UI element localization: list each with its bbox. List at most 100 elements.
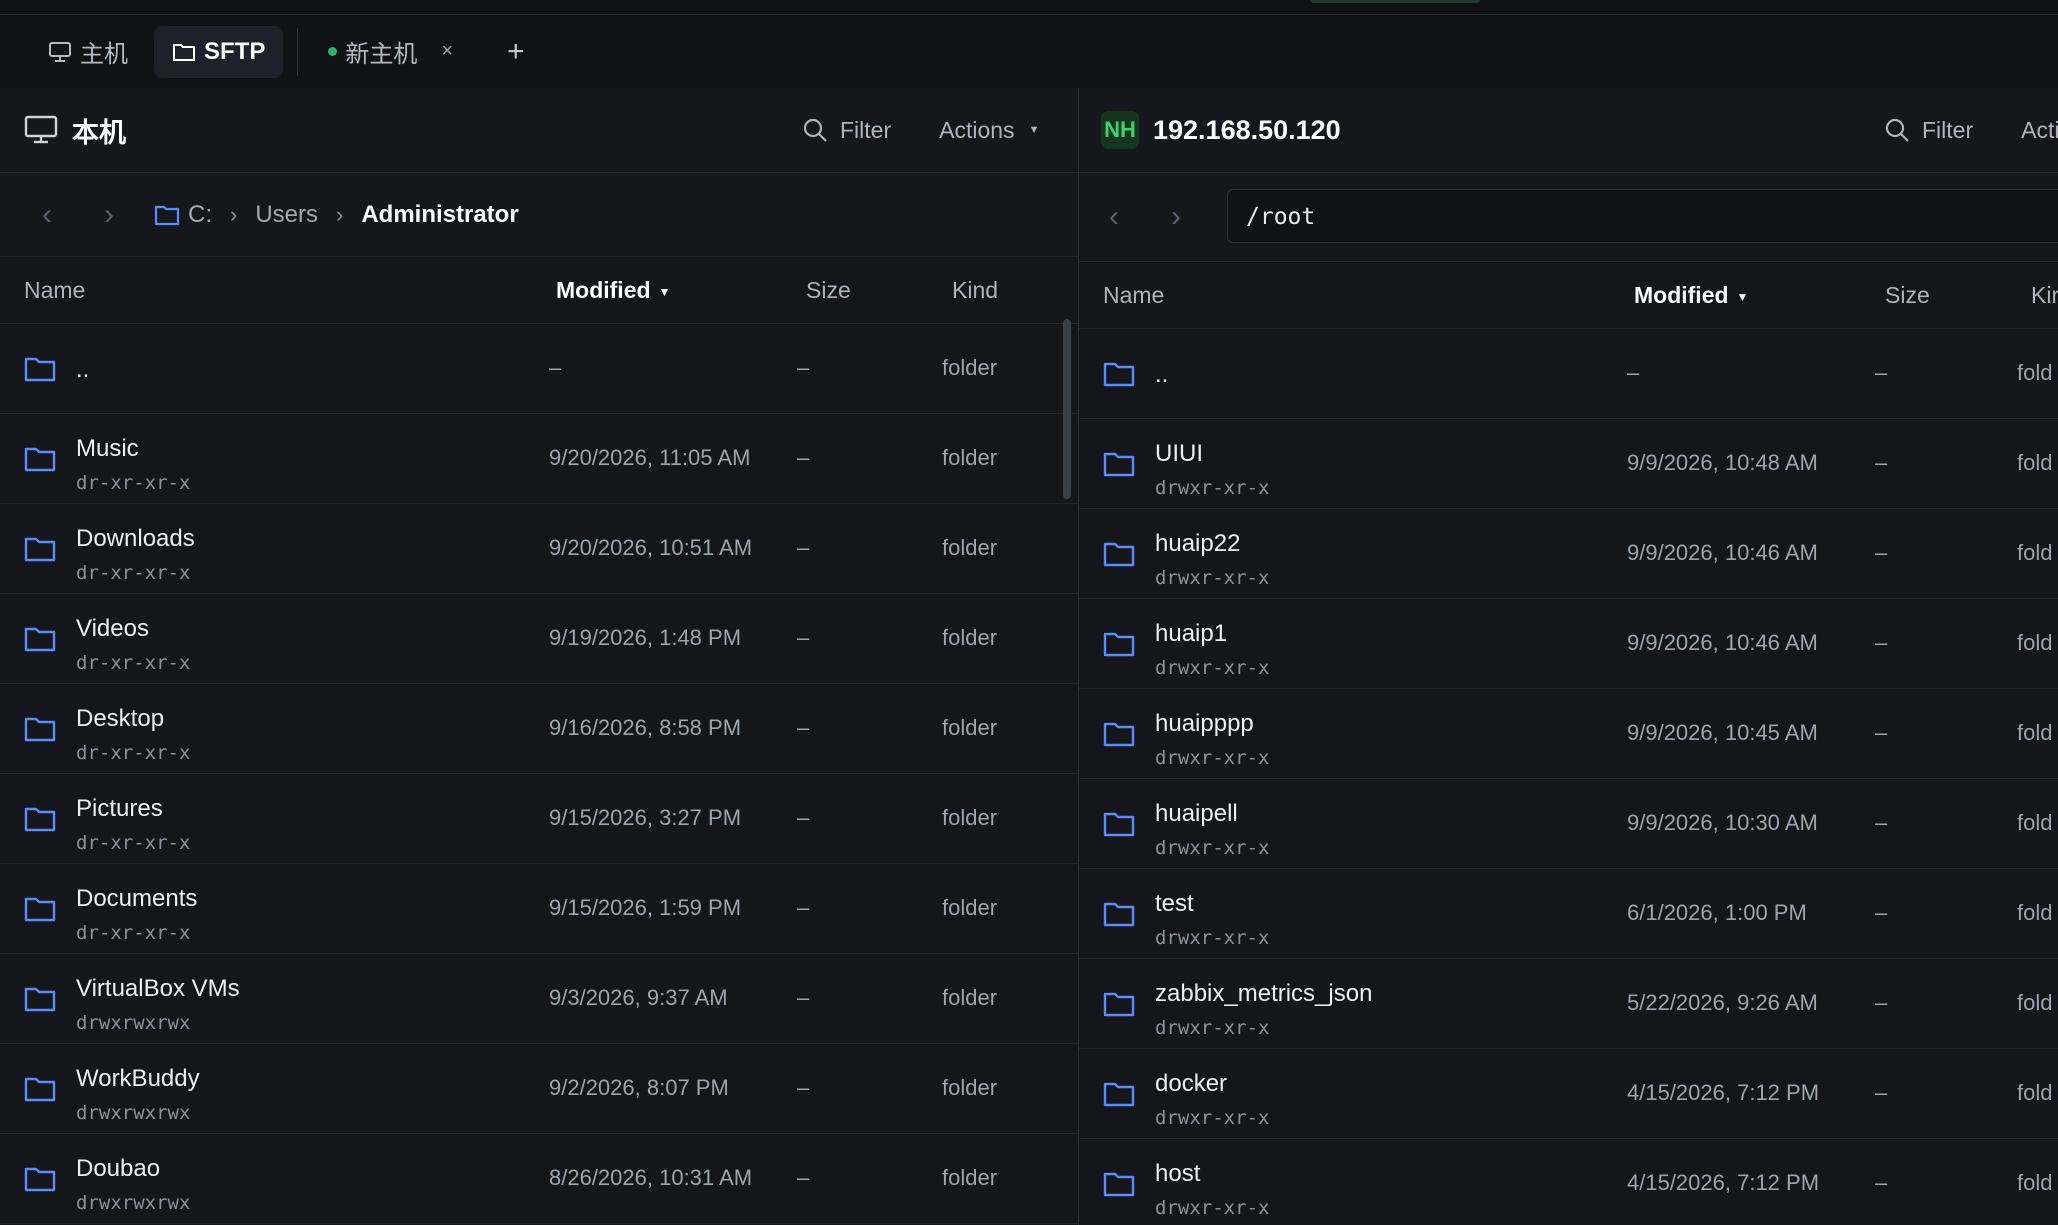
folder-icon — [1103, 542, 1135, 567]
folder-icon — [1103, 722, 1135, 747]
file-name: test — [1155, 890, 1194, 917]
file-size: – — [797, 805, 810, 830]
caret-down-icon: ▼ — [1028, 124, 1040, 136]
tab-sftp[interactable]: SFTP — [154, 25, 284, 78]
file-permissions: drwxr-xr-x — [1155, 1197, 1270, 1219]
tab-new-host[interactable]: 新主机 × — [310, 26, 471, 78]
file-permissions: drwxr-xr-x — [1155, 1017, 1270, 1039]
file-name: Downloads — [76, 525, 195, 552]
col-modified[interactable]: Modified ▼ — [556, 277, 670, 304]
table-row[interactable]: .. – – folder — [0, 324, 1078, 414]
file-permissions: drwxrwxrwx — [76, 1102, 191, 1124]
folder-icon — [24, 627, 56, 652]
file-kind: folder — [942, 1075, 998, 1100]
table-row[interactable]: VirtualBox VMs drwxrwxrwx 9/3/2026, 9:37 A… — [0, 954, 1078, 1044]
file-kind: folder — [942, 985, 998, 1010]
table-row[interactable]: Documents dr-xr-xr-x 9/15/2026, 1:59 PM – fo… — [0, 864, 1078, 954]
folder-icon — [154, 205, 180, 225]
file-name: docker — [1155, 1070, 1228, 1097]
folder-icon — [1103, 902, 1135, 927]
local-actions-button[interactable]: Actions ▼ — [939, 117, 1039, 144]
monitor-icon — [49, 41, 71, 62]
table-row[interactable]: WorkBuddy drwxrwxrwx 9/2/2026, 8:07 PM – fol… — [0, 1044, 1078, 1134]
remote-path-input[interactable]: /root — [1227, 189, 2058, 243]
local-breadcrumb-bar: ‹ › C: › Users › Administrator — [0, 173, 1078, 257]
table-row[interactable]: Pictures dr-xr-xr-x 9/15/2026, 3:27 PM – fol… — [0, 774, 1078, 864]
forward-arrow-icon[interactable]: › — [1145, 200, 1207, 234]
file-size: – — [797, 715, 810, 740]
remote-filter-button[interactable]: Filter — [1884, 117, 1973, 144]
breadcrumb: C: › Users › Administrator — [154, 201, 519, 229]
local-pane-header: 本机 Filter Actions ▼ — [0, 88, 1078, 173]
folder-icon — [173, 43, 195, 61]
add-tab-button[interactable]: + — [507, 35, 525, 69]
file-name: VirtualBox VMs — [76, 975, 240, 1002]
table-row[interactable]: test drwxr-xr-x 6/1/2026, 1:00 PM – fold — [1079, 869, 2058, 959]
file-permissions: dr-xr-xr-x — [76, 652, 191, 674]
table-row[interactable]: huaip22 drwxr-xr-x 9/9/2026, 10:46 AM – fold — [1079, 509, 2058, 599]
table-row[interactable]: zabbix_metrics_json drwxr-xr-x 5/22/2026, … — [1079, 959, 2058, 1049]
file-modified: 9/15/2026, 1:59 PM — [549, 895, 742, 920]
file-name: .. — [76, 356, 90, 383]
file-size: – — [797, 895, 810, 920]
table-row[interactable]: Doubao drwxrwxrwx 8/26/2026, 10:31 AM – fold… — [0, 1134, 1078, 1224]
local-filter-button[interactable]: Filter — [802, 117, 891, 144]
file-name: Desktop — [76, 705, 165, 732]
remote-actions-button[interactable]: Acti — [2021, 117, 2058, 144]
file-size: – — [1875, 900, 1888, 925]
remote-actions-label: Acti — [2021, 116, 2058, 143]
table-row[interactable]: docker drwxr-xr-x 4/15/2026, 7:12 PM – fold — [1079, 1049, 2058, 1139]
col-kind[interactable]: Kir — [2031, 282, 2058, 309]
col-kind[interactable]: Kind — [952, 277, 998, 304]
remote-file-list: .. – – fold UIUI drwxr-xr-x 9/9/2026, 10:48 AM… — [1079, 329, 2058, 1225]
breadcrumb-users[interactable]: Users — [255, 201, 318, 229]
file-size: – — [1875, 450, 1888, 475]
breadcrumb-drive[interactable]: C: — [188, 201, 212, 229]
file-permissions: dr-xr-xr-x — [76, 922, 191, 944]
col-size[interactable]: Size — [806, 277, 851, 304]
table-row[interactable]: .. – – fold — [1079, 329, 2058, 419]
remote-host-title: 192.168.50.120 — [1153, 114, 1341, 145]
back-arrow-icon[interactable]: ‹ — [1083, 200, 1145, 234]
file-size: – — [1875, 360, 1888, 385]
file-modified: 9/9/2026, 10:45 AM — [1627, 720, 1818, 745]
table-row[interactable]: Downloads dr-xr-xr-x 9/20/2026, 10:51 AM – f… — [0, 504, 1078, 594]
close-tab-icon[interactable]: × — [441, 40, 453, 63]
col-name[interactable]: Name — [24, 277, 85, 304]
breadcrumb-administrator[interactable]: Administrator — [361, 201, 518, 229]
table-row[interactable]: huaipppp drwxr-xr-x 9/9/2026, 10:45 AM – fol… — [1079, 689, 2058, 779]
file-permissions: drwxr-xr-x — [1155, 837, 1270, 859]
file-modified: 9/9/2026, 10:46 AM — [1627, 540, 1818, 565]
file-kind: folder — [942, 625, 998, 650]
tab-divider — [297, 27, 299, 76]
table-row[interactable]: huaipell drwxr-xr-x 9/9/2026, 10:30 AM – fol… — [1079, 779, 2058, 869]
col-size[interactable]: Size — [1885, 282, 1930, 309]
folder-icon — [24, 537, 56, 562]
file-modified: 8/26/2026, 10:31 AM — [549, 1165, 753, 1190]
tab-sftp-label: SFTP — [204, 37, 266, 65]
table-row[interactable]: UIUI drwxr-xr-x 9/9/2026, 10:48 AM – fold — [1079, 419, 2058, 509]
file-kind: folder — [942, 355, 998, 380]
table-row[interactable]: Desktop dr-xr-xr-x 9/16/2026, 8:58 PM – fold… — [0, 684, 1078, 774]
local-scrollbar[interactable] — [1063, 319, 1071, 499]
file-modified: – — [549, 355, 562, 380]
file-name: Pictures — [76, 795, 163, 822]
table-row[interactable]: host drwxr-xr-x 4/15/2026, 7:12 PM – fold — [1079, 1139, 2058, 1225]
search-icon — [803, 118, 827, 142]
back-arrow-icon[interactable]: ‹ — [16, 198, 78, 232]
table-row[interactable]: Music dr-xr-xr-x 9/20/2026, 11:05 AM – folde… — [0, 414, 1078, 504]
local-file-list: .. – – folder Music dr-xr-xr-x 9/20/2026, 11:0… — [0, 324, 1078, 1224]
file-name: .. — [1155, 361, 1169, 388]
table-row[interactable]: Videos dr-xr-xr-x 9/19/2026, 1:48 PM – folde… — [0, 594, 1078, 684]
tab-hosts[interactable]: 主机 — [30, 26, 146, 78]
forward-arrow-icon[interactable]: › — [78, 198, 140, 232]
file-permissions: drwxrwxrwx — [76, 1192, 191, 1214]
file-permissions: drwxr-xr-x — [1155, 567, 1270, 589]
file-name: WorkBuddy — [76, 1065, 200, 1092]
local-pane: 本机 Filter Actions ▼ ‹ › C: › Users › Adm… — [0, 88, 1079, 1225]
col-name[interactable]: Name — [1103, 282, 1164, 309]
file-modified: 9/20/2026, 11:05 AM — [549, 445, 751, 470]
file-modified: 9/9/2026, 10:46 AM — [1627, 630, 1818, 655]
table-row[interactable]: huaip1 drwxr-xr-x 9/9/2026, 10:46 AM – fold — [1079, 599, 2058, 689]
col-modified[interactable]: Modified ▼ — [1634, 282, 1748, 309]
